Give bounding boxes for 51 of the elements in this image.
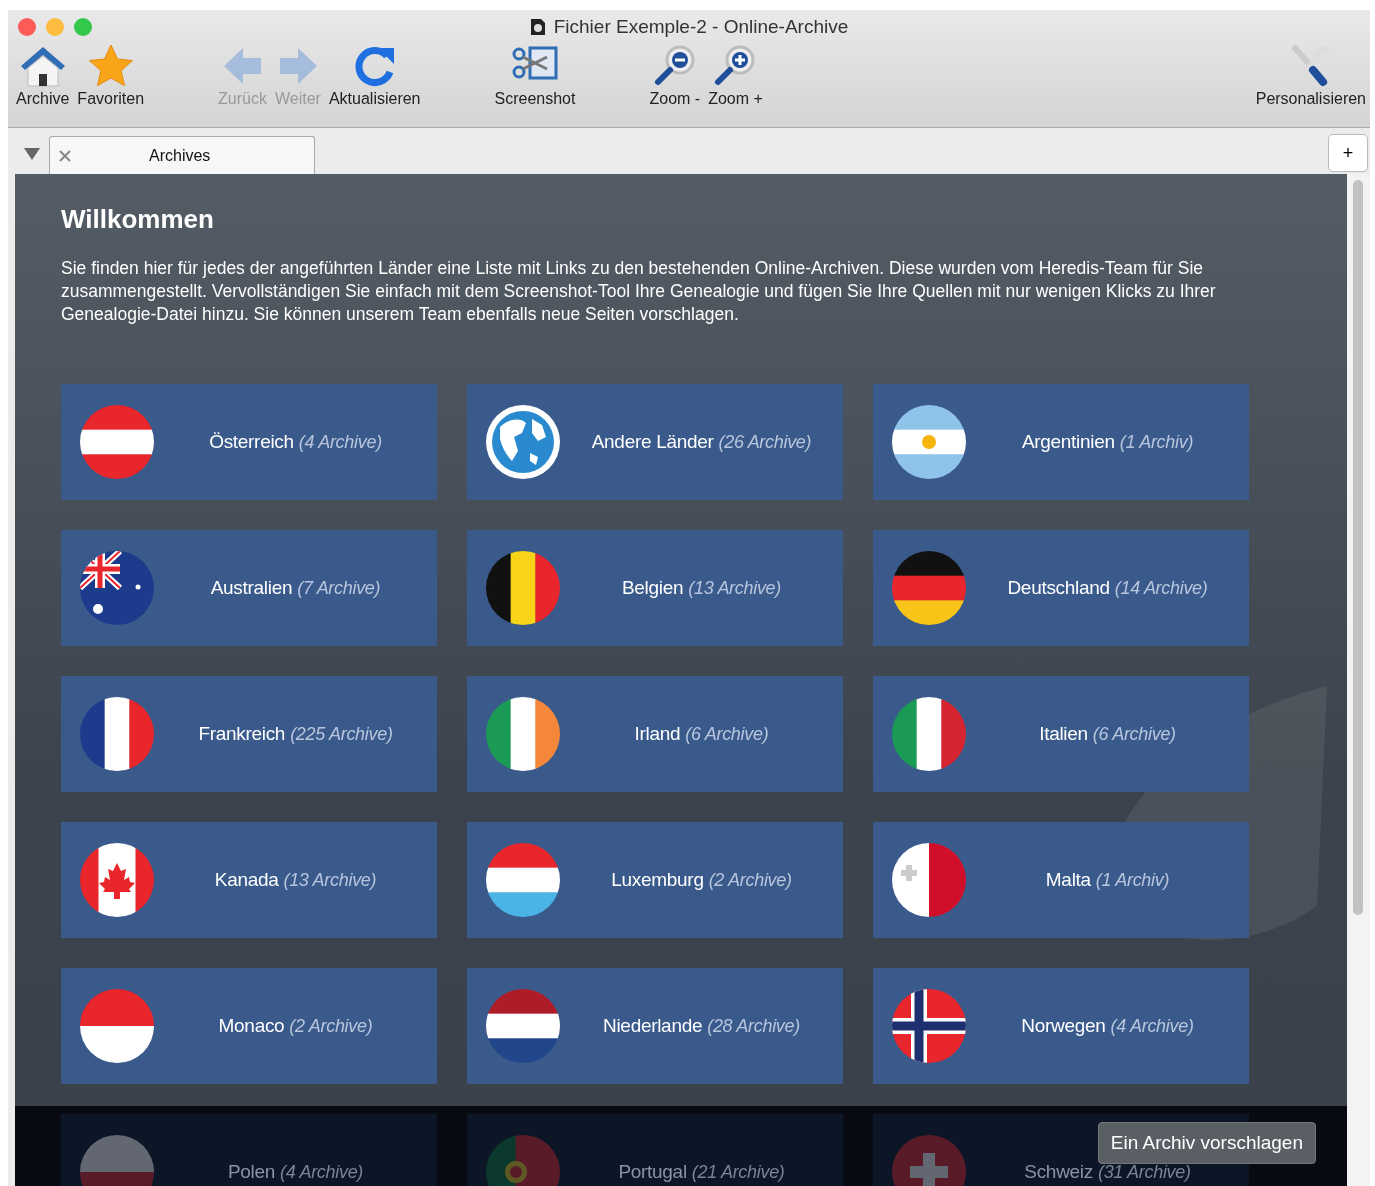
toolbar-button[interactable]: Zoom - (645, 44, 705, 108)
country-card[interactable]: Andere Länder (26 Archive) (467, 384, 843, 500)
toolbar-button[interactable]: Favoriten (73, 44, 149, 108)
flag-icon (486, 697, 560, 771)
flag-icon (486, 989, 560, 1063)
country-card[interactable]: Österreich (4 Archive) (61, 384, 437, 500)
country-card[interactable]: Argentinien (1 Archiv) (873, 384, 1249, 500)
country-card[interactable]: Luxemburg (2 Archive) (467, 822, 843, 938)
scrollbar-thumb[interactable] (1353, 180, 1363, 915)
zoom-window-button[interactable] (74, 18, 92, 36)
tab-label: Archives (149, 146, 211, 165)
flag-icon (80, 405, 154, 479)
close-window-button[interactable] (18, 18, 36, 36)
country-card[interactable]: Frankreich (225 Archive) (61, 676, 437, 792)
minimize-window-button[interactable] (46, 18, 64, 36)
country-card[interactable]: Niederlande (28 Archive) (467, 968, 843, 1084)
country-card[interactable]: Portugal (21 Archive) (467, 1114, 843, 1186)
toolbar-button[interactable]: Personalisieren (1251, 44, 1370, 108)
tab[interactable]: Archives (49, 136, 315, 174)
new-tab-button[interactable]: + (1328, 134, 1368, 172)
flag-icon (486, 843, 560, 917)
intro-paragraph: Sie finden hier für jedes der angeführten Länder eine Liste mit Links zu den bestehenden Online-Archiven. Diese wurden vom Heredis-Team für Sie zusammengestellt. Vervollständigen Sie einfach mit dem Screenshot-Tool Ihre Genealogie und fügen Sie Ihre Quellen mit nur wenigen Klicks zu Ihrer Genealogie-Datei hinzu. Sie können unserem Team ebenfalls neue Seiten vorschlagen. (61, 257, 1217, 326)
close-icon[interactable] (59, 149, 71, 162)
flag-icon (80, 843, 154, 917)
flag-icon (892, 843, 966, 917)
country-card[interactable]: Monaco (2 Archive) (61, 968, 437, 1084)
country-card[interactable]: Irland (6 Archive) (467, 676, 843, 792)
country-card[interactable]: Malta (1 Archiv) (873, 822, 1249, 938)
toolbar-button[interactable]: Zoom + (704, 44, 767, 108)
country-card[interactable]: Australien (7 Archive) (61, 530, 437, 646)
country-card[interactable]: Norwegen (4 Archive) (873, 968, 1249, 1084)
toolbar-button[interactable]: Aktualisieren (324, 44, 425, 108)
country-card[interactable]: Italien (6 Archive) (873, 676, 1249, 792)
window-title: Fichier Exemple-2 - Online-Archive (553, 16, 849, 38)
country-card[interactable]: Polen (4 Archive) (61, 1114, 437, 1186)
flag-icon (892, 551, 966, 625)
toolbar-button[interactable]: Archive (12, 44, 74, 108)
flag-icon (80, 697, 154, 771)
toolbar-button[interactable]: Screenshot (490, 44, 580, 108)
flag-icon (892, 405, 966, 479)
country-card[interactable]: Kanada (13 Archive) (61, 822, 437, 938)
star-icon (86, 44, 135, 88)
flag-icon (80, 989, 154, 1063)
document-icon (529, 18, 546, 36)
flag-icon (486, 551, 560, 625)
dropdown-triangle-icon[interactable] (24, 148, 40, 160)
suggest-archive-button[interactable]: Ein Archiv vorschlagen (1097, 1122, 1316, 1164)
country-card[interactable]: Belgien (13 Archive) (467, 530, 843, 646)
flag-icon (892, 697, 966, 771)
country-card[interactable]: Deutschland (14 Archive) (873, 530, 1249, 646)
welcome-heading: Willkommen (61, 204, 215, 235)
